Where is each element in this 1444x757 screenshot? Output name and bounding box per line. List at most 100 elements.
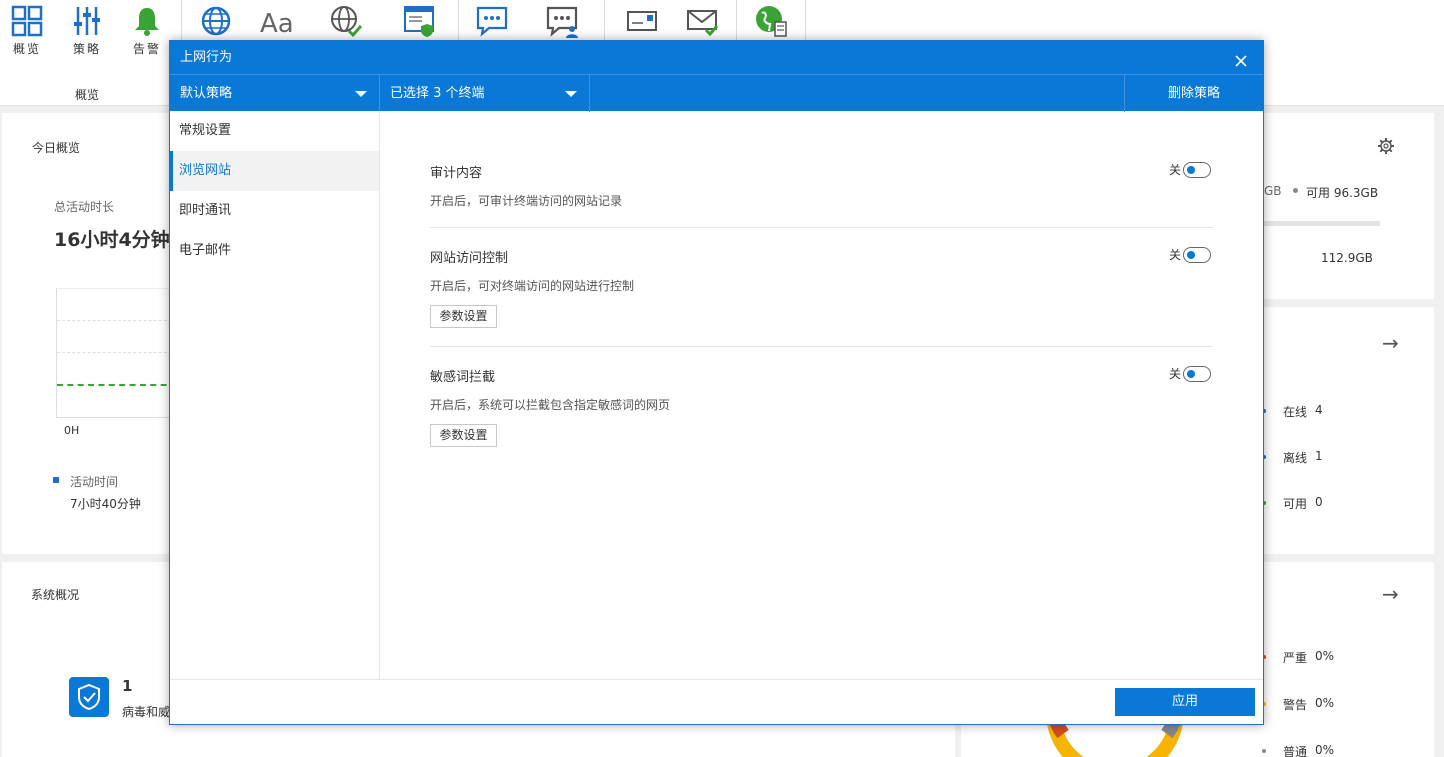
audit-toggle[interactable]	[1183, 161, 1211, 178]
chart-axis-zero: 0H	[64, 424, 80, 437]
offline-label: 离线	[1283, 451, 1308, 465]
section-desc: 开启后，可对终端访问的网站进行控制	[430, 279, 635, 293]
legend-label: 活动时间	[70, 475, 119, 489]
terminal-status-panel: → 在线 4 离线 1 可用 0	[1262, 307, 1434, 554]
disk-usage-bar	[1262, 221, 1380, 226]
terminal-dropdown[interactable]: 已选择 3 个终端	[380, 75, 590, 112]
section-desc: 开启后，可审计终端访问的网站记录	[430, 194, 623, 208]
sensitive-word-toggle[interactable]	[1183, 365, 1211, 382]
toggle-state-label: 关	[1168, 367, 1181, 381]
policy-button[interactable]: 策略	[62, 4, 112, 64]
param-settings-button[interactable]: 参数设置	[430, 424, 497, 447]
sidebar-item-im[interactable]: 即时通讯	[170, 191, 379, 231]
section-title: 审计内容	[430, 166, 483, 181]
today-overview-title: 今日概览	[32, 141, 81, 155]
access-control-toggle[interactable]	[1183, 246, 1211, 263]
virus-label: 病毒和威	[122, 705, 171, 719]
online-label: 在线	[1283, 405, 1308, 419]
warning-value: 0%	[1315, 696, 1335, 710]
legend-value: 7小时40分钟	[70, 497, 141, 511]
envelope-icon	[627, 11, 657, 31]
disk-available-dot	[1293, 188, 1298, 193]
param-settings-button[interactable]: 参数设置	[430, 305, 497, 328]
total-active-value: 16小时4分钟	[54, 229, 170, 251]
available-value: 0	[1315, 495, 1323, 509]
offline-value: 1	[1315, 449, 1323, 463]
toolbar-group-label: 概览	[74, 88, 99, 102]
alert-label: 告警	[132, 42, 161, 56]
sidebar-item-browsing[interactable]: 浏览网站	[170, 151, 379, 191]
normal-label: 普通	[1283, 745, 1308, 757]
chat-icon	[476, 6, 508, 37]
sidebar-item-general[interactable]: 常规设置	[170, 111, 379, 151]
chevron-down-icon	[565, 91, 577, 97]
dialog-footer: 应用	[170, 679, 1263, 724]
sensitive-word-section: 敏感词拦截 关 开启后，系统可以拦截包含指定敏感词的网页 参数设置	[430, 347, 1213, 457]
section-desc: 开启后，系统可以拦截包含指定敏感词的网页	[430, 398, 671, 412]
available-label: 可用	[1283, 497, 1308, 511]
envelope-check-icon	[687, 10, 719, 37]
overview-label: 概览	[12, 42, 41, 56]
policy-label: 策略	[72, 42, 101, 56]
gear-icon[interactable]	[1378, 138, 1394, 154]
total-active-label: 总活动时长	[54, 200, 115, 214]
warning-label: 警告	[1283, 698, 1308, 712]
audit-section: 审计内容 关 开启后，可审计终端访问的网站记录	[430, 111, 1213, 228]
section-title: 网站访问控制	[430, 251, 509, 266]
dialog-titlebar: 上网行为	[170, 41, 1263, 74]
section-title: 敏感词拦截	[430, 370, 496, 385]
severe-label: 严重	[1283, 651, 1308, 665]
globe-icon	[201, 6, 231, 36]
chat-user-icon	[546, 6, 578, 38]
arrow-right-icon[interactable]: →	[1382, 582, 1399, 606]
toolbar-divider	[181, 0, 182, 40]
web-behavior-dialog: 上网行为 默认策略 已选择 3 个终端 删除策略 常规设置 浏览网站 即时通讯 …	[169, 40, 1264, 725]
normal-value: 0%	[1315, 743, 1335, 757]
legend-swatch	[53, 477, 59, 483]
terminal-dropdown-value: 已选择 3 个终端	[390, 86, 485, 101]
alert-button[interactable]: 告警	[122, 4, 172, 64]
sliders-icon	[74, 7, 100, 35]
virus-count: 1	[122, 677, 133, 695]
system-overview-title: 系统概况	[31, 588, 80, 602]
toolbar-divider	[458, 0, 459, 40]
bell-icon	[135, 8, 159, 36]
toggle-state-label: 关	[1168, 248, 1181, 262]
disk-panel: GB 可用 96.3GB 112.9GB	[1262, 113, 1434, 299]
toolbar-divider	[604, 0, 605, 40]
disk-available: 可用 96.3GB	[1306, 186, 1379, 200]
dialog-toolbar: 默认策略 已选择 3 个终端 删除策略	[170, 74, 1263, 112]
globe-check-icon	[331, 6, 363, 38]
activity-chart	[56, 288, 177, 418]
toolbar-divider	[805, 0, 806, 40]
audit-toggle-group: 关	[1169, 161, 1211, 178]
chevron-down-icon	[355, 91, 367, 97]
apply-button[interactable]: 应用	[1115, 688, 1255, 716]
delete-policy-button[interactable]: 删除策略	[1124, 75, 1263, 112]
policy-dropdown[interactable]: 默认策略	[170, 75, 380, 112]
toolbar-divider	[736, 0, 737, 40]
toggle-state-label: 关	[1168, 163, 1181, 177]
grid-icon	[11, 5, 43, 37]
policy-dropdown-value: 默认策略	[180, 86, 233, 101]
online-value: 4	[1315, 403, 1323, 417]
svg-text:Aa: Aa	[260, 9, 294, 38]
arrow-right-icon[interactable]: →	[1382, 331, 1399, 355]
sensitive-toggle-group: 关	[1169, 365, 1211, 382]
access-control-section: 网站访问控制 关 开启后，可对终端访问的网站进行控制 参数设置	[430, 228, 1213, 347]
close-icon[interactable]	[1233, 49, 1249, 67]
browser-shield-icon	[404, 6, 434, 37]
normal-dot	[1262, 749, 1266, 753]
sidebar-item-email[interactable]: 电子邮件	[170, 231, 379, 271]
access-toggle-group: 关	[1169, 246, 1211, 263]
font-aa-icon: Aa	[260, 9, 294, 38]
overview-button[interactable]: 概览	[2, 4, 52, 64]
dialog-title: 上网行为	[180, 50, 233, 65]
disk-used-partial: GB	[1264, 184, 1282, 198]
severe-value: 0%	[1315, 649, 1335, 663]
dialog-sidebar: 常规设置 浏览网站 即时通讯 电子邮件	[170, 111, 380, 680]
settings-content: 审计内容 关 开启后，可审计终端访问的网站记录 网站访问控制 关 开启后，可对终…	[430, 111, 1213, 457]
globe-server-icon	[756, 6, 787, 37]
disk-total: 112.9GB	[1321, 251, 1373, 265]
virus-shield-icon	[69, 677, 109, 717]
